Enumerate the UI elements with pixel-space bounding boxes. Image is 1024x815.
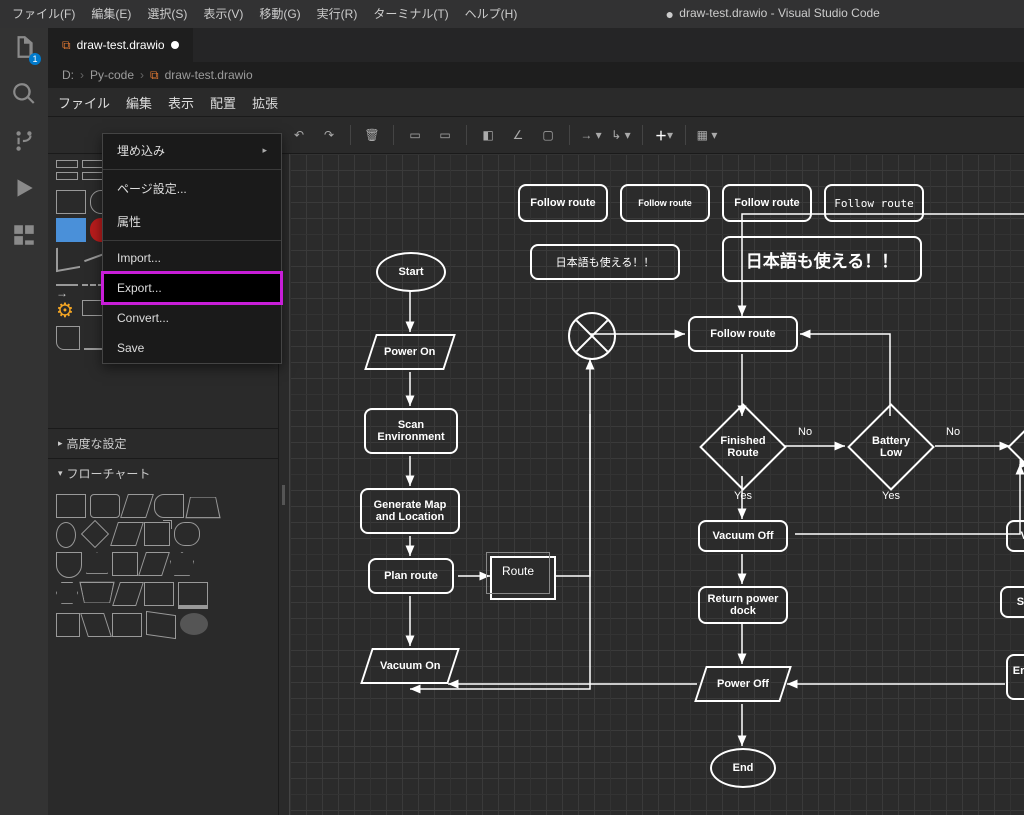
menu-move[interactable]: 移動(G) [251, 0, 308, 28]
drawio-menubar: ファイル 編集 表示 配置 拡張 [48, 88, 1024, 117]
menu-view[interactable]: 表示(V) [195, 0, 251, 28]
node-stop[interactable]: Stop moving [1000, 586, 1024, 618]
editor-tabs: ⧉ draw-test.drawio [48, 28, 1024, 62]
delete-button[interactable]: 🗑 [361, 124, 383, 146]
node-genmap[interactable]: Generate Map and Location [360, 488, 460, 534]
activity-bar [0, 28, 48, 815]
to-back-button[interactable]: ▭ [434, 124, 456, 146]
connection-button[interactable]: → ▾ [580, 124, 602, 146]
gear-icon: ⚙ [56, 300, 78, 322]
extensions-icon [11, 222, 37, 248]
node-follow-route-3[interactable]: Follow route [722, 184, 812, 222]
menu-edit[interactable]: 編集(E) [83, 0, 139, 28]
window-title: ● draw-test.drawio - Visual Studio Code [525, 6, 1020, 22]
drawio-menu-arrange[interactable]: 配置 [210, 93, 236, 112]
node-error[interactable]: Error indicator On [1006, 654, 1024, 700]
node-plan[interactable]: Plan route [368, 558, 454, 594]
node-route[interactable]: Route [490, 556, 556, 600]
drawio-canvas[interactable]: Follow route Follow route Follow route F… [290, 154, 1024, 815]
node-return[interactable]: Return power dock [698, 586, 788, 624]
node-vacuum-off-1[interactable]: Vacuum Off [698, 520, 788, 552]
drawio-file-icon: ⧉ [62, 38, 71, 53]
file-dropdown: 埋め込み ページ設定... 属性 Import... Export... Con… [102, 133, 282, 364]
menu-terminal[interactable]: ターミナル(T) [365, 0, 456, 28]
menu-select[interactable]: 選択(S) [139, 0, 195, 28]
node-end[interactable]: End [710, 748, 776, 788]
breadcrumb[interactable]: D:› Py-code› ⧉draw-test.drawio [48, 62, 1024, 88]
node-vacuum-max[interactable]: Vacuum 最大 [1007, 403, 1024, 491]
dd-page-setup[interactable]: ページ設定... [103, 172, 281, 205]
node-finished-route[interactable]: Finished Route [699, 403, 787, 491]
shape-palette-flowchart[interactable] [48, 488, 278, 815]
drawio-toolbar: ↶ ↷ 🗑 ▭ ▭ ◧ ∠ ▢ → ▾ ↳ ▾ ＋ ▾ ▦ ▾ [278, 124, 728, 146]
menu-help[interactable]: ヘルプ(H) [457, 0, 526, 28]
dd-convert[interactable]: Convert... [103, 303, 281, 333]
menu-run[interactable]: 実行(R) [309, 0, 366, 28]
dd-import[interactable]: Import... [103, 243, 281, 273]
activity-ext[interactable] [11, 222, 37, 251]
branch-icon [11, 128, 37, 154]
redo-button[interactable]: ↷ [318, 124, 340, 146]
fill-button[interactable]: ◧ [477, 124, 499, 146]
add-button[interactable]: ＋ ▾ [653, 124, 675, 146]
label-no-1: No [798, 426, 812, 438]
drawio-menu-file[interactable]: ファイル [58, 93, 110, 112]
menu-file[interactable]: ファイル(F) [4, 0, 83, 28]
modified-dot-icon [171, 41, 179, 49]
line-button[interactable]: ∠ [507, 124, 529, 146]
node-start[interactable]: Start [376, 252, 446, 292]
vscode-menubar: ファイル(F) 編集(E) 選択(S) 表示(V) 移動(G) 実行(R) ター… [0, 0, 1024, 28]
shadow-button[interactable]: ▢ [537, 124, 559, 146]
play-icon [11, 175, 37, 201]
drawio-menu-extra[interactable]: 拡張 [252, 93, 278, 112]
node-power-off[interactable]: Power Off [694, 666, 792, 702]
dd-save[interactable]: Save [103, 333, 281, 363]
node-scan[interactable]: Scan Environment [364, 408, 458, 454]
node-vacuum-off-2[interactable]: Vacuum Off [1006, 520, 1024, 552]
table-button[interactable]: ▦ ▾ [696, 124, 718, 146]
node-vacuum-on[interactable]: Vacuum On [360, 648, 460, 684]
to-front-button[interactable]: ▭ [404, 124, 426, 146]
node-follow-route-main[interactable]: Follow route [688, 316, 798, 352]
drawio-menu-view[interactable]: 表示 [168, 93, 194, 112]
dd-export[interactable]: Export... [103, 273, 281, 303]
category-flowchart[interactable]: フローチャート [48, 458, 278, 488]
dd-embed[interactable]: 埋め込み [103, 134, 281, 167]
node-follow-route-2[interactable]: Follow route [620, 184, 710, 222]
node-jp1[interactable]: 日本語も使える！！ [530, 244, 680, 280]
activity-run[interactable] [11, 175, 37, 204]
label-yes-2: Yes [882, 490, 900, 502]
activity-scm[interactable] [11, 128, 37, 157]
files-icon [11, 34, 37, 60]
search-icon [11, 81, 37, 107]
tab-label: draw-test.drawio [77, 38, 165, 52]
undo-button[interactable]: ↶ [288, 124, 310, 146]
tab-drawio[interactable]: ⧉ draw-test.drawio [48, 28, 194, 62]
category-advanced[interactable]: 高度な設定 [48, 428, 278, 458]
activity-explorer[interactable] [11, 34, 37, 63]
node-jp2[interactable]: 日本語も使える！！ [722, 236, 922, 282]
label-yes-1: Yes [734, 490, 752, 502]
activity-search[interactable] [11, 81, 37, 110]
node-follow-route-1[interactable]: Follow route [518, 184, 608, 222]
waypoint-button[interactable]: ↳ ▾ [610, 124, 632, 146]
label-no-2: No [946, 426, 960, 438]
node-follow-route-4[interactable]: Follow route [824, 184, 924, 222]
dd-attributes[interactable]: 属性 [103, 205, 281, 238]
node-junction[interactable] [568, 312, 616, 360]
drawio-menu-edit[interactable]: 編集 [126, 93, 152, 112]
node-battery-low[interactable]: Battery Low [847, 403, 935, 491]
node-power-on[interactable]: Power On [364, 334, 456, 370]
